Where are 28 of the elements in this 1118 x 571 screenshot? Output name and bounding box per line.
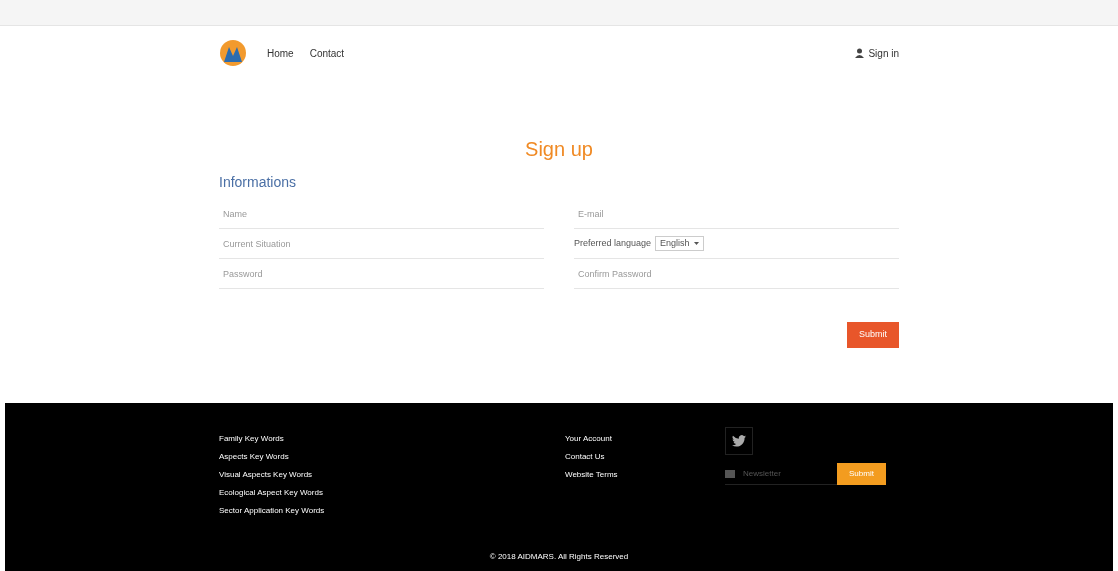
input-field[interactable]: Password [219, 259, 544, 289]
section-heading: Informations [219, 173, 298, 192]
bird-icon [732, 435, 746, 447]
input-field[interactable]: Confirm Password [574, 259, 899, 289]
input-field[interactable]: E-mail [574, 199, 899, 229]
footer-link[interactable]: Your Account [565, 433, 725, 445]
sign-in-link[interactable]: Sign in [868, 45, 899, 61]
newsletter-field[interactable]: Newsletter [743, 467, 823, 480]
field-label: Preferred language [574, 236, 652, 250]
user-icon [855, 48, 865, 58]
footer-link[interactable]: Visual Aspects Key Words [219, 469, 565, 481]
footer-link[interactable]: Aspects Key Words [219, 451, 565, 463]
language-select[interactable]: English [655, 235, 704, 252]
caret-icon [693, 242, 699, 245]
footer-link[interactable]: Family Key Words [219, 433, 565, 445]
footer-link[interactable]: Ecological Aspect Key Words [219, 487, 565, 499]
logo-icon[interactable] [219, 38, 247, 68]
copyright-text: © 2018 AIDMARS. All Rights Reserved [488, 551, 630, 563]
input-field[interactable]: Current Situation [219, 229, 544, 259]
input-field[interactable]: Name [219, 199, 544, 229]
page-title: Sign up [524, 137, 594, 162]
nav-link[interactable]: Home [267, 45, 294, 61]
footer-link[interactable]: Contact Us [565, 451, 725, 463]
twitter-button[interactable] [725, 427, 753, 455]
submit-button[interactable]: Submit [847, 322, 899, 348]
footer-link[interactable]: Sector Application Key Words [219, 505, 565, 517]
nav-link[interactable]: Contact [309, 45, 345, 61]
footer-link[interactable]: Website Terms [565, 469, 725, 481]
